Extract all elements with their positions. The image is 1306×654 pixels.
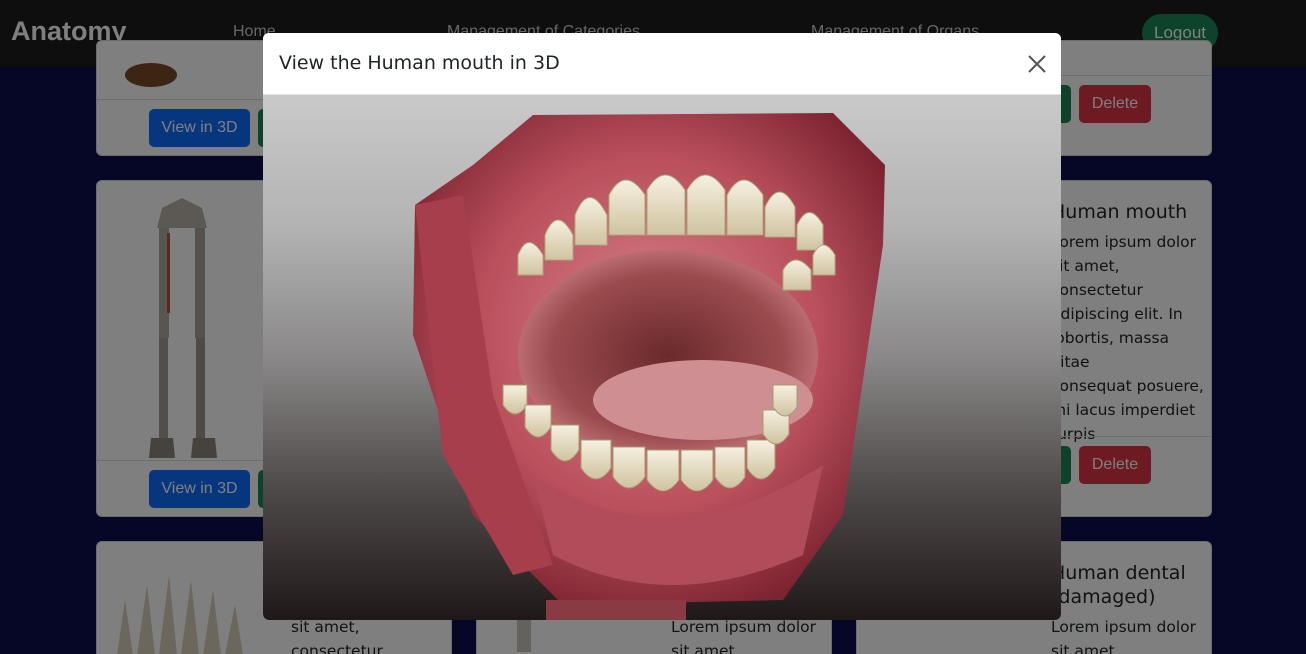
mouth-3d-model[interactable] [263, 95, 1061, 620]
model-base [546, 600, 686, 620]
view-3d-modal: View the Human mouth in 3D [263, 33, 1061, 620]
3d-model-viewer[interactable] [263, 95, 1061, 620]
modal-header: View the Human mouth in 3D [263, 33, 1061, 95]
modal-title: View the Human mouth in 3D [279, 52, 560, 74]
close-icon[interactable] [1023, 50, 1051, 78]
